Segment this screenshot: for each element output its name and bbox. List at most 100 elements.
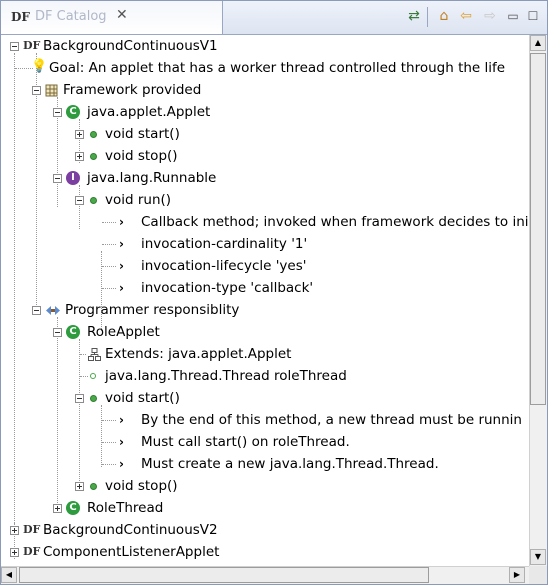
method-icon	[90, 395, 97, 402]
close-tab-icon[interactable]: ✕	[116, 7, 128, 23]
arrow-icon: ›	[119, 457, 124, 471]
collapse-icon[interactable]	[75, 394, 84, 403]
expand-icon[interactable]	[10, 548, 19, 557]
collapse-icon[interactable]	[53, 174, 62, 183]
tree-node-note-create-thread[interactable]: › Must create a new java.lang.Thread.Thr…	[1, 453, 528, 475]
node-label: Must create a new java.lang.Thread.Threa…	[141, 456, 439, 472]
class-icon: C	[66, 501, 80, 515]
horizontal-scroll-thumb[interactable]	[19, 567, 429, 583]
tree-connector	[102, 288, 116, 289]
forward-icon[interactable]: ⇨	[481, 7, 499, 25]
grid-icon	[45, 84, 58, 97]
scroll-right-icon[interactable]: ▶	[509, 567, 525, 583]
node-label: Framework provided	[63, 82, 202, 98]
back-icon[interactable]: ⇦	[457, 7, 475, 25]
node-label: ComponentListenerApplet	[43, 544, 220, 560]
expand-icon[interactable]	[10, 526, 19, 535]
node-label: void stop()	[105, 478, 178, 494]
node-label: java.lang.Thread.Thread roleThread	[105, 368, 347, 384]
expand-icon[interactable]	[75, 482, 84, 491]
node-label: java.applet.Applet	[87, 104, 211, 120]
tree-node-componentlistenerapplet[interactable]: DF ComponentListenerApplet	[1, 541, 528, 563]
collapse-icon[interactable]	[75, 196, 84, 205]
expand-icon[interactable]	[75, 152, 84, 161]
tree-node-invocation-cardinality[interactable]: › invocation-cardinality '1'	[1, 233, 528, 255]
arrow-icon: ›	[119, 413, 124, 427]
arrow-icon: ›	[119, 237, 124, 251]
df-icon: DF	[23, 39, 41, 52]
node-label: invocation-cardinality '1'	[141, 236, 308, 252]
tree-node-applet-start[interactable]: void start()	[1, 123, 528, 145]
tree-connector	[102, 222, 116, 223]
tree-node-run[interactable]: void run()	[1, 189, 528, 211]
vertical-scroll-thumb[interactable]	[530, 53, 546, 405]
tree-node-roleapplet-stop[interactable]: void stop()	[1, 475, 528, 497]
node-label: invocation-type 'callback'	[141, 280, 314, 296]
scroll-left-icon[interactable]: ◀	[1, 567, 17, 583]
vertical-scrollbar[interactable]: ▲ ▼	[529, 35, 547, 567]
method-icon	[90, 153, 97, 160]
tree-connector	[102, 420, 116, 421]
collapse-icon[interactable]	[53, 328, 62, 337]
expand-icon[interactable]	[53, 504, 62, 513]
scroll-down-icon[interactable]: ▼	[530, 549, 546, 565]
node-label: invocation-lifecycle 'yes'	[141, 258, 307, 274]
node-label: void start()	[105, 390, 180, 406]
home-icon[interactable]: ⌂	[435, 7, 453, 25]
method-icon	[90, 197, 97, 204]
tree-node-note-call-start[interactable]: › Must call start() on roleThread.	[1, 431, 528, 453]
tree-node-callback-note[interactable]: › Callback method; invoked when framewor…	[1, 211, 528, 233]
maximize-icon[interactable]: ☐	[524, 7, 542, 25]
field-icon	[90, 373, 96, 379]
tree-node-extends[interactable]: Extends: java.applet.Applet	[1, 343, 528, 365]
programmer-icon	[46, 306, 60, 315]
tree-node-roleapplet[interactable]: C RoleApplet	[1, 321, 528, 343]
collapse-icon[interactable]	[32, 86, 41, 95]
node-label: Programmer responsiblity	[65, 302, 240, 318]
minimize-icon[interactable]: ▭	[504, 7, 522, 25]
tree-connector	[102, 442, 116, 443]
tree-node-programmer-responsibility[interactable]: Programmer responsiblity	[1, 299, 528, 321]
node-label: Goal: An applet that has a worker thread…	[49, 60, 506, 76]
df-icon: DF	[23, 523, 41, 536]
node-label: BackgroundContinuousV1	[43, 38, 218, 54]
tree-node-backgroundcontinuousv2[interactable]: DF BackgroundContinuousV2	[1, 519, 528, 541]
node-label: java.lang.Runnable	[87, 170, 217, 186]
tree-node-note-thread-running[interactable]: › By the end of this method, a new threa…	[1, 409, 528, 431]
tree-connector	[80, 376, 88, 377]
node-label: Callback method; invoked when framework …	[141, 214, 528, 230]
class-icon: C	[66, 325, 80, 339]
tree-node-roleapplet-start[interactable]: void start()	[1, 387, 528, 409]
scrollbar-corner	[529, 566, 547, 584]
node-label: RoleApplet	[87, 324, 160, 340]
tab-df-catalog[interactable]: DF DF Catalog ✕	[1, 1, 223, 34]
node-label: Extends: java.applet.Applet	[105, 346, 292, 362]
node-label: void run()	[105, 192, 172, 208]
tree-node-backgroundcontinuousv1[interactable]: DF BackgroundContinuousV1	[1, 35, 528, 57]
tree-node-rolethread[interactable]: C RoleThread	[1, 497, 528, 519]
expand-icon[interactable]	[75, 130, 84, 139]
tree-node-goal[interactable]: 💡 Goal: An applet that has a worker thre…	[1, 57, 528, 79]
tree-node-java-lang-runnable[interactable]: I java.lang.Runnable	[1, 167, 528, 189]
tree-connector	[102, 244, 116, 245]
arrow-icon: ›	[119, 435, 124, 449]
tree-node-rolethread-field[interactable]: java.lang.Thread.Thread roleThread	[1, 365, 528, 387]
sync-icon[interactable]: ⇄	[405, 7, 423, 25]
collapse-icon[interactable]	[10, 42, 19, 51]
node-label: Must call start() on roleThread.	[141, 434, 350, 450]
collapse-icon[interactable]	[53, 108, 62, 117]
scroll-up-icon[interactable]: ▲	[530, 35, 546, 51]
tree-node-applet-stop[interactable]: void stop()	[1, 145, 528, 167]
tree-node-java-applet-applet[interactable]: C java.applet.Applet	[1, 101, 528, 123]
tree-node-invocation-lifecycle[interactable]: › invocation-lifecycle 'yes'	[1, 255, 528, 277]
df-icon: DF	[23, 545, 41, 558]
lightbulb-icon: 💡	[31, 59, 48, 74]
tree-node-framework-provided[interactable]: Framework provided	[1, 79, 528, 101]
arrow-icon: ›	[119, 215, 124, 229]
horizontal-scrollbar[interactable]: ◀ ▶	[1, 566, 529, 584]
method-icon	[90, 483, 97, 490]
tree-node-invocation-type[interactable]: › invocation-type 'callback'	[1, 277, 528, 299]
catalog-tree[interactable]: DF BackgroundContinuousV1 💡 Goal: An app…	[1, 35, 528, 567]
collapse-icon[interactable]	[32, 306, 41, 315]
arrow-icon: ›	[119, 259, 124, 273]
